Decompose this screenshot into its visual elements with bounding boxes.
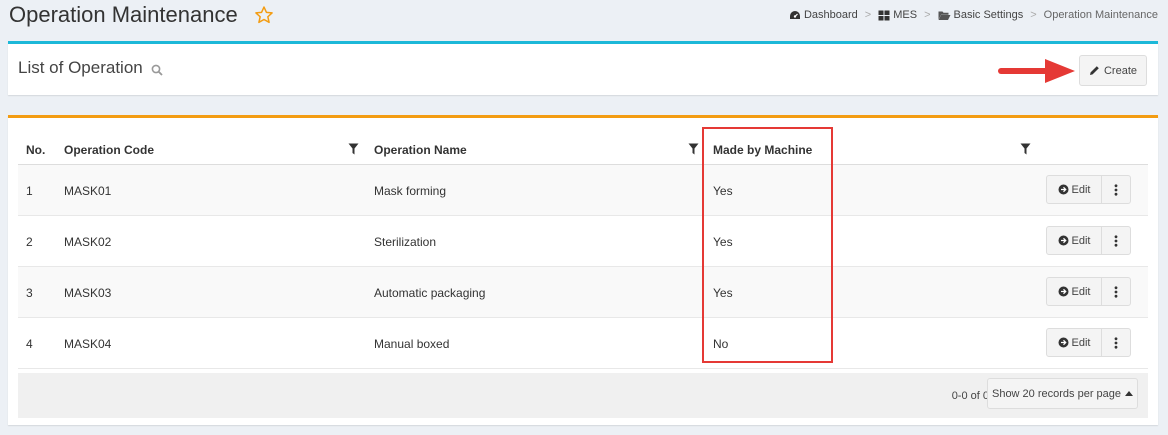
grid-icon (878, 10, 890, 20)
breadcrumb-dashboard[interactable]: Dashboard (789, 9, 858, 21)
row-actions: Edit (1046, 277, 1131, 306)
cell-operation-name: Mask forming (374, 184, 447, 198)
breadcrumb-separator: > (924, 9, 931, 21)
row-actions: Edit (1046, 328, 1131, 357)
more-options-button[interactable] (1102, 227, 1130, 254)
breadcrumb-basic-settings[interactable]: Basic Settings (938, 9, 1024, 21)
breadcrumb-separator: > (1030, 9, 1037, 21)
edit-button[interactable]: Edit (1047, 329, 1102, 356)
caret-up-icon (1125, 391, 1134, 396)
arrow-circle-right-icon (1058, 286, 1069, 297)
cell-no: 2 (26, 235, 33, 249)
create-button[interactable]: Create (1079, 55, 1147, 86)
row-actions: Edit (1046, 175, 1131, 204)
column-header-no: No. (26, 143, 46, 157)
cell-operation-name: Sterilization (374, 235, 437, 249)
cell-operation-code: MASK02 (64, 235, 112, 249)
filter-icon[interactable] (688, 143, 699, 155)
favorite-star-icon[interactable] (254, 5, 274, 25)
vertical-ellipsis-icon (1114, 234, 1118, 247)
records-per-page-dropdown[interactable]: Show 20 records per page (987, 378, 1138, 409)
arrow-circle-right-icon (1058, 337, 1069, 348)
list-title: List of Operation (18, 58, 143, 77)
records-per-page-label: Show 20 records per page (991, 387, 1122, 400)
record-count: 0-0 of 0 (951, 390, 989, 402)
column-header-operation-code[interactable]: Operation Code (64, 143, 154, 157)
breadcrumb-label: Basic Settings (953, 9, 1024, 21)
more-options-button[interactable] (1102, 278, 1130, 305)
edit-button-label: Edit (1071, 336, 1091, 349)
filter-icon[interactable] (1020, 143, 1031, 155)
breadcrumb-label: Dashboard (803, 9, 858, 21)
breadcrumb-mes[interactable]: MES (878, 9, 917, 21)
page-title: Operation Maintenance (9, 2, 238, 27)
vertical-ellipsis-icon (1114, 183, 1118, 196)
breadcrumb-separator: > (864, 9, 872, 21)
cell-operation-name: Manual boxed (374, 337, 450, 351)
more-options-button[interactable] (1102, 176, 1130, 203)
pencil-icon (1089, 66, 1099, 75)
edit-button-label: Edit (1071, 234, 1091, 247)
edit-button[interactable]: Edit (1047, 278, 1102, 305)
annotation-arrow-icon (998, 59, 1075, 83)
filter-icon[interactable] (348, 143, 359, 155)
cell-operation-name: Automatic packaging (374, 286, 486, 300)
more-options-button[interactable] (1102, 329, 1130, 356)
list-header-box: List of Operation Create (8, 41, 1158, 95)
vertical-ellipsis-icon (1114, 285, 1118, 298)
create-button-label: Create (1103, 64, 1138, 77)
cell-operation-code: MASK04 (64, 337, 112, 351)
vertical-ellipsis-icon (1114, 336, 1118, 349)
edit-button[interactable]: Edit (1047, 227, 1102, 254)
table-row: 1 MASK01 Mask forming Yes Edit (18, 165, 1148, 216)
search-icon[interactable] (151, 64, 163, 76)
table-row: 2 MASK02 Sterilization Yes Edit (18, 216, 1148, 267)
table-row: 4 MASK04 Manual boxed No Edit (18, 318, 1148, 369)
cell-operation-code: MASK03 (64, 286, 112, 300)
edit-button-label: Edit (1071, 183, 1091, 196)
breadcrumb-label: MES (893, 9, 918, 21)
table-footer: 0-0 of 0 Show 20 records per page (18, 373, 1148, 418)
column-header-operation-name[interactable]: Operation Name (374, 143, 467, 157)
breadcrumb-current: Operation Maintenance (1043, 9, 1158, 21)
dashboard-icon (789, 10, 800, 19)
arrow-circle-right-icon (1058, 184, 1069, 195)
arrow-circle-right-icon (1058, 235, 1069, 246)
row-actions: Edit (1046, 226, 1131, 255)
edit-button[interactable]: Edit (1047, 176, 1102, 203)
annotation-highlight-box (702, 127, 833, 363)
folder-open-icon (938, 11, 950, 20)
edit-button-label: Edit (1071, 285, 1091, 298)
breadcrumb: Dashboard > MES > Basic Settings > Opera… (789, 9, 1158, 21)
table-row: 3 MASK03 Automatic packaging Yes Edit (18, 267, 1148, 318)
cell-no: 3 (26, 286, 33, 300)
cell-operation-code: MASK01 (64, 184, 112, 198)
operation-table: No. Operation Code Operation Name Made b… (8, 115, 1158, 425)
cell-no: 1 (26, 184, 33, 198)
cell-no: 4 (26, 337, 33, 351)
